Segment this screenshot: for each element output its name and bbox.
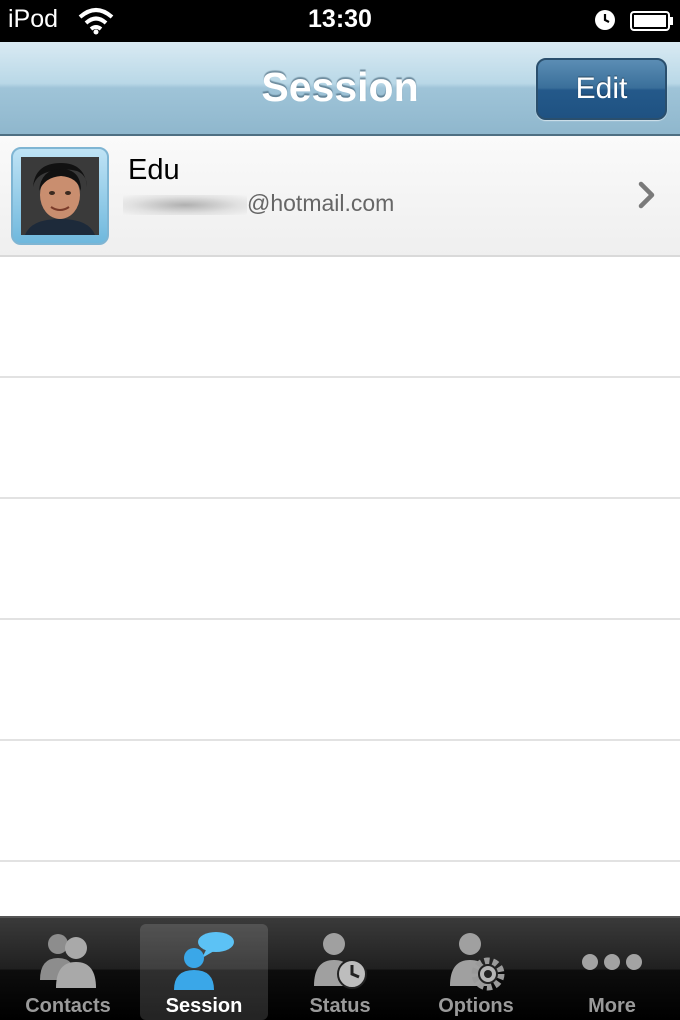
tab-more[interactable]: More xyxy=(548,924,676,1020)
empty-list-row xyxy=(0,741,680,862)
session-list: Edu @hotmail.com xyxy=(0,136,680,916)
navigation-bar: Session Edit xyxy=(0,42,680,136)
avatar xyxy=(11,147,109,245)
app-screen: iPod 13:30 Session Edit Edu @hotmail.com… xyxy=(0,0,680,1020)
user-photo xyxy=(21,157,99,235)
contact-email: @hotmail.com xyxy=(123,190,394,217)
clock-icon xyxy=(595,10,615,30)
tab-status[interactable]: Status xyxy=(276,924,404,1020)
battery-icon xyxy=(630,11,673,31)
more-dots-icon xyxy=(582,954,642,970)
contact-name: Edu xyxy=(128,154,180,186)
tab-label-session: Session xyxy=(165,995,243,1017)
tab-session[interactable]: Session xyxy=(140,924,268,1020)
empty-list-row xyxy=(0,620,680,741)
tab-label-status: Status xyxy=(309,995,371,1017)
contact-email-domain: @hotmail.com xyxy=(247,190,395,216)
carrier-label: iPod xyxy=(8,5,59,33)
status-clock-icon xyxy=(314,933,367,989)
status-bar: iPod 13:30 xyxy=(0,0,680,42)
tab-label-contacts: Contacts xyxy=(25,995,111,1017)
tab-label-options: Options xyxy=(438,995,514,1017)
edit-button[interactable]: Edit xyxy=(536,58,667,120)
tab-bar: Contacts Session Status Options More xyxy=(0,916,680,1020)
redacted-email-blur xyxy=(123,194,247,215)
session-row[interactable]: Edu @hotmail.com xyxy=(0,136,680,257)
tab-options[interactable]: Options xyxy=(412,924,540,1020)
user-photo-icon xyxy=(21,157,99,235)
session-chat-icon xyxy=(174,932,234,990)
contacts-icon xyxy=(40,934,96,988)
options-gear-icon xyxy=(450,933,505,991)
empty-list-row xyxy=(0,257,680,378)
empty-list-row xyxy=(0,499,680,620)
wifi-icon xyxy=(78,8,114,35)
tab-contacts[interactable]: Contacts xyxy=(4,924,132,1020)
empty-list-row xyxy=(0,378,680,499)
tab-label-more: More xyxy=(588,995,636,1017)
chevron-right-icon xyxy=(638,181,655,209)
